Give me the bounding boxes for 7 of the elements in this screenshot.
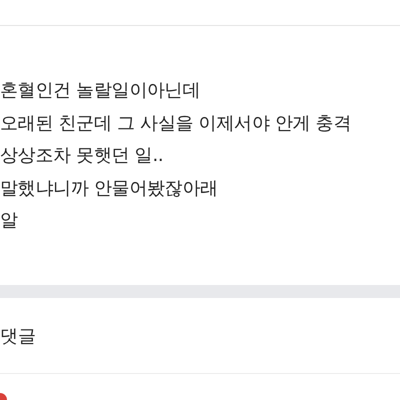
avatar-icon (0, 393, 7, 400)
post-text-line: 오래된 친군데 그 사실을 이제서야 안게 충격 (0, 112, 352, 136)
post-text-line: 말했냐니까 안물어봤잖아래 (0, 176, 219, 200)
post-text-line: 혼혈인건 놀랄일이아닌데 (0, 79, 202, 103)
comments-heading: 댓글 (0, 324, 36, 348)
post-text-line: 알 (0, 209, 19, 233)
post-text-line: 상상조차 못햇던 일.. (0, 144, 164, 168)
